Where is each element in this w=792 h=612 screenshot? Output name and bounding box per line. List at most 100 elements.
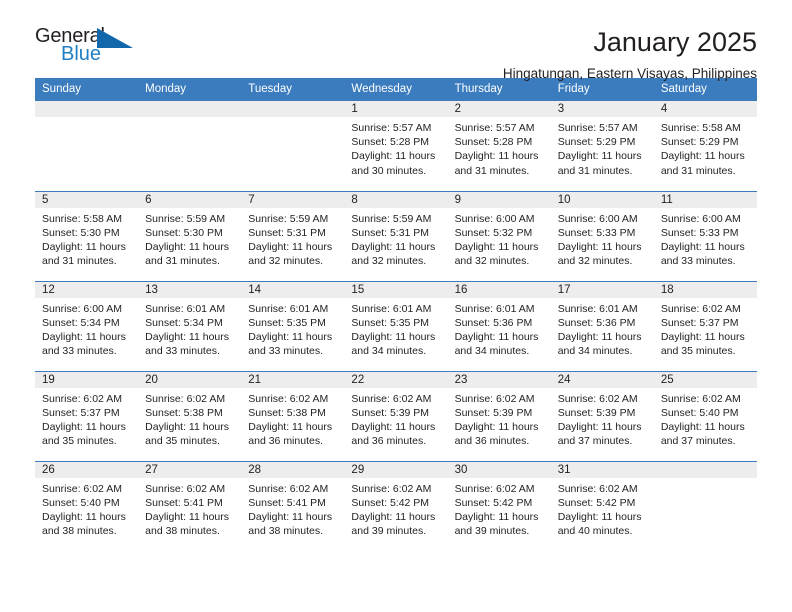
daylight-text-line1: Daylight: 11 hours [660, 240, 745, 253]
sunrise-text: Sunrise: 6:02 AM [248, 392, 329, 405]
sunset-text: Sunset: 5:42 PM [351, 496, 430, 509]
calendar-day-cell[interactable]: 31 Sunrise: 6:02 AM Sunset: 5:42 PM Dayligh… [550, 460, 654, 551]
sunrise-text: Sunrise: 6:00 AM [557, 212, 638, 225]
daylight-text-line2: and 35 minutes. [42, 435, 117, 448]
daylight-text-line1: Daylight: 11 hours [42, 240, 126, 253]
calendar-day-cell[interactable]: 24 Sunrise: 6:02 AM Sunset: 5:39 PM Dayligh… [550, 370, 654, 461]
day-number [653, 461, 757, 478]
calendar-day-cell[interactable]: 10 Sunrise: 6:00 AM Sunset: 5:33 PM Dayligh… [550, 190, 654, 281]
daylight-text-line2: and 38 minutes. [145, 525, 220, 538]
daylight-text-line2: and 31 minutes. [660, 164, 736, 177]
day-number: 1 [344, 101, 448, 117]
calendar-day-cell[interactable]: 19 Sunrise: 6:02 AM Sunset: 5:37 PM Dayligh… [35, 370, 139, 461]
title-block: January 2025 Hingatungan, Eastern Visaya… [503, 26, 757, 82]
sunrise-text: Sunrise: 6:02 AM [660, 302, 741, 315]
calendar-day-cell[interactable]: 16 Sunrise: 6:01 AM Sunset: 5:36 PM Dayligh… [447, 280, 551, 371]
calendar-day-cell[interactable]: 21 Sunrise: 6:02 AM Sunset: 5:38 PM Dayligh… [241, 370, 345, 461]
sunset-text: Sunset: 5:28 PM [351, 136, 430, 149]
daylight-text-line2: and 38 minutes. [42, 525, 117, 538]
calendar-day-cell[interactable]: 1 Sunrise: 5:57 AM Sunset: 5:28 PM Daylight… [344, 101, 448, 191]
day-detail: Sunrise: 6:02 AM Sunset: 5:40 PM Daylight:… [35, 478, 138, 539]
calendar-header-row: Sunday Monday Tuesday Wednesday Thursday… [35, 78, 757, 101]
daylight-text-line2: and 37 minutes. [557, 435, 633, 448]
calendar-empty-cell [241, 101, 345, 191]
sunrise-text: Sunrise: 6:02 AM [351, 482, 432, 495]
sunset-text: Sunset: 5:38 PM [145, 406, 223, 419]
day-number: 4 [653, 101, 757, 117]
calendar-day-cell[interactable]: 13 Sunrise: 6:01 AM Sunset: 5:34 PM Dayligh… [138, 280, 242, 371]
sunrise-text: Sunrise: 6:02 AM [145, 482, 226, 495]
calendar-day-cell[interactable]: 18 Sunrise: 6:02 AM Sunset: 5:37 PM Dayligh… [653, 280, 757, 371]
calendar-day-cell[interactable]: 2 Sunrise: 5:57 AM Sunset: 5:28 PM Daylight… [447, 101, 551, 191]
calendar-day-cell[interactable]: 12 Sunrise: 6:00 AM Sunset: 5:34 PM Dayligh… [35, 280, 139, 371]
sunrise-text: Sunrise: 6:01 AM [454, 302, 535, 315]
calendar-day-cell[interactable]: 28 Sunrise: 6:02 AM Sunset: 5:41 PM Dayligh… [241, 460, 345, 551]
page-header: General Blue January 2025 Hingatungan, E… [35, 0, 757, 81]
calendar-day-cell[interactable]: 23 Sunrise: 6:02 AM Sunset: 5:39 PM Dayligh… [447, 370, 551, 461]
calendar-week-row: 19 Sunrise: 6:02 AM Sunset: 5:37 PM Dayligh… [35, 370, 757, 461]
sunset-text: Sunset: 5:33 PM [660, 226, 739, 239]
calendar-day-cell[interactable]: 26 Sunrise: 6:02 AM Sunset: 5:40 PM Dayligh… [35, 460, 139, 551]
sunrise-text: Sunrise: 6:02 AM [557, 392, 638, 405]
sunset-text: Sunset: 5:33 PM [557, 226, 636, 239]
calendar-day-cell[interactable]: 14 Sunrise: 6:01 AM Sunset: 5:35 PM Dayligh… [241, 280, 345, 371]
day-detail: Sunrise: 6:01 AM Sunset: 5:36 PM Daylight:… [551, 298, 654, 359]
day-number: 29 [344, 461, 448, 478]
daylight-text-line2: and 33 minutes. [42, 345, 117, 358]
calendar-day-cell[interactable]: 29 Sunrise: 6:02 AM Sunset: 5:42 PM Dayligh… [344, 460, 448, 551]
sunrise-text: Sunrise: 6:02 AM [557, 482, 638, 495]
calendar-day-cell[interactable]: 22 Sunrise: 6:02 AM Sunset: 5:39 PM Dayligh… [344, 370, 448, 461]
daylight-text-line1: Daylight: 11 hours [351, 240, 436, 253]
sunset-text: Sunset: 5:39 PM [351, 406, 430, 419]
weekday-header-sunday: Sunday [35, 78, 139, 101]
day-detail: Sunrise: 5:57 AM Sunset: 5:28 PM Daylight:… [448, 117, 551, 178]
daylight-text-line1: Daylight: 11 hours [557, 240, 642, 253]
sunrise-text: Sunrise: 6:02 AM [42, 482, 122, 495]
calendar-body: 1 Sunrise: 5:57 AM Sunset: 5:28 PM Daylight… [35, 101, 757, 551]
calendar-day-cell[interactable]: 3 Sunrise: 5:57 AM Sunset: 5:29 PM Daylight… [550, 101, 654, 191]
day-detail: Sunrise: 5:59 AM Sunset: 5:31 PM Daylight:… [241, 208, 344, 269]
weekday-header-saturday: Saturday [653, 78, 757, 101]
calendar-day-cell[interactable]: 5 Sunrise: 5:58 AM Sunset: 5:30 PM Daylight… [35, 190, 139, 281]
calendar-day-cell[interactable]: 15 Sunrise: 6:01 AM Sunset: 5:35 PM Dayligh… [344, 280, 448, 371]
calendar-day-cell[interactable]: 9 Sunrise: 6:00 AM Sunset: 5:32 PM Daylight… [447, 190, 551, 281]
sunset-text: Sunset: 5:32 PM [454, 226, 533, 239]
daylight-text-line2: and 36 minutes. [454, 435, 530, 448]
calendar-day-cell[interactable]: 8 Sunrise: 5:59 AM Sunset: 5:31 PM Daylight… [344, 190, 448, 281]
day-detail: Sunrise: 6:00 AM Sunset: 5:33 PM Daylight:… [551, 208, 654, 269]
calendar-day-cell[interactable]: 11 Sunrise: 6:00 AM Sunset: 5:33 PM Dayligh… [653, 190, 757, 281]
day-number: 9 [447, 191, 551, 208]
calendar-day-cell[interactable]: 17 Sunrise: 6:01 AM Sunset: 5:36 PM Dayligh… [550, 280, 654, 371]
sunset-text: Sunset: 5:28 PM [454, 136, 533, 149]
sunrise-text: Sunrise: 6:00 AM [454, 212, 535, 225]
daylight-text-line1: Daylight: 11 hours [42, 510, 126, 523]
day-number: 31 [550, 461, 654, 478]
sunset-text: Sunset: 5:40 PM [660, 406, 739, 419]
daylight-text-line1: Daylight: 11 hours [454, 150, 539, 163]
day-detail: Sunrise: 6:02 AM Sunset: 5:38 PM Daylight:… [138, 388, 241, 449]
sunrise-text: Sunrise: 6:01 AM [351, 302, 432, 315]
daylight-text-line2: and 33 minutes. [145, 345, 220, 358]
calendar-day-cell[interactable]: 25 Sunrise: 6:02 AM Sunset: 5:40 PM Dayligh… [653, 370, 757, 461]
daylight-text-line2: and 39 minutes. [351, 525, 427, 538]
calendar-day-cell[interactable]: 7 Sunrise: 5:59 AM Sunset: 5:31 PM Daylight… [241, 190, 345, 281]
day-number: 28 [241, 461, 345, 478]
sunset-text: Sunset: 5:36 PM [454, 316, 533, 329]
day-detail: Sunrise: 6:01 AM Sunset: 5:35 PM Daylight:… [241, 298, 344, 359]
calendar-day-cell[interactable]: 20 Sunrise: 6:02 AM Sunset: 5:38 PM Dayligh… [138, 370, 242, 461]
day-number: 27 [138, 461, 242, 478]
daylight-text-line2: and 30 minutes. [351, 164, 427, 177]
calendar-day-cell[interactable]: 6 Sunrise: 5:59 AM Sunset: 5:30 PM Daylight… [138, 190, 242, 281]
sunset-text: Sunset: 5:39 PM [557, 406, 636, 419]
sunset-text: Sunset: 5:37 PM [42, 406, 120, 419]
calendar-day-cell[interactable]: 27 Sunrise: 6:02 AM Sunset: 5:41 PM Dayligh… [138, 460, 242, 551]
day-number: 16 [447, 281, 551, 298]
calendar-day-cell[interactable]: 30 Sunrise: 6:02 AM Sunset: 5:42 PM Dayligh… [447, 460, 551, 551]
calendar-empty-cell [35, 101, 139, 191]
sunset-text: Sunset: 5:40 PM [42, 496, 120, 509]
daylight-text-line1: Daylight: 11 hours [660, 150, 745, 163]
daylight-text-line1: Daylight: 11 hours [351, 150, 436, 163]
daylight-text-line2: and 35 minutes. [660, 345, 736, 358]
general-blue-logo[interactable]: General Blue [35, 26, 155, 74]
calendar-day-cell[interactable]: 4 Sunrise: 5:58 AM Sunset: 5:29 PM Daylight… [653, 101, 757, 191]
